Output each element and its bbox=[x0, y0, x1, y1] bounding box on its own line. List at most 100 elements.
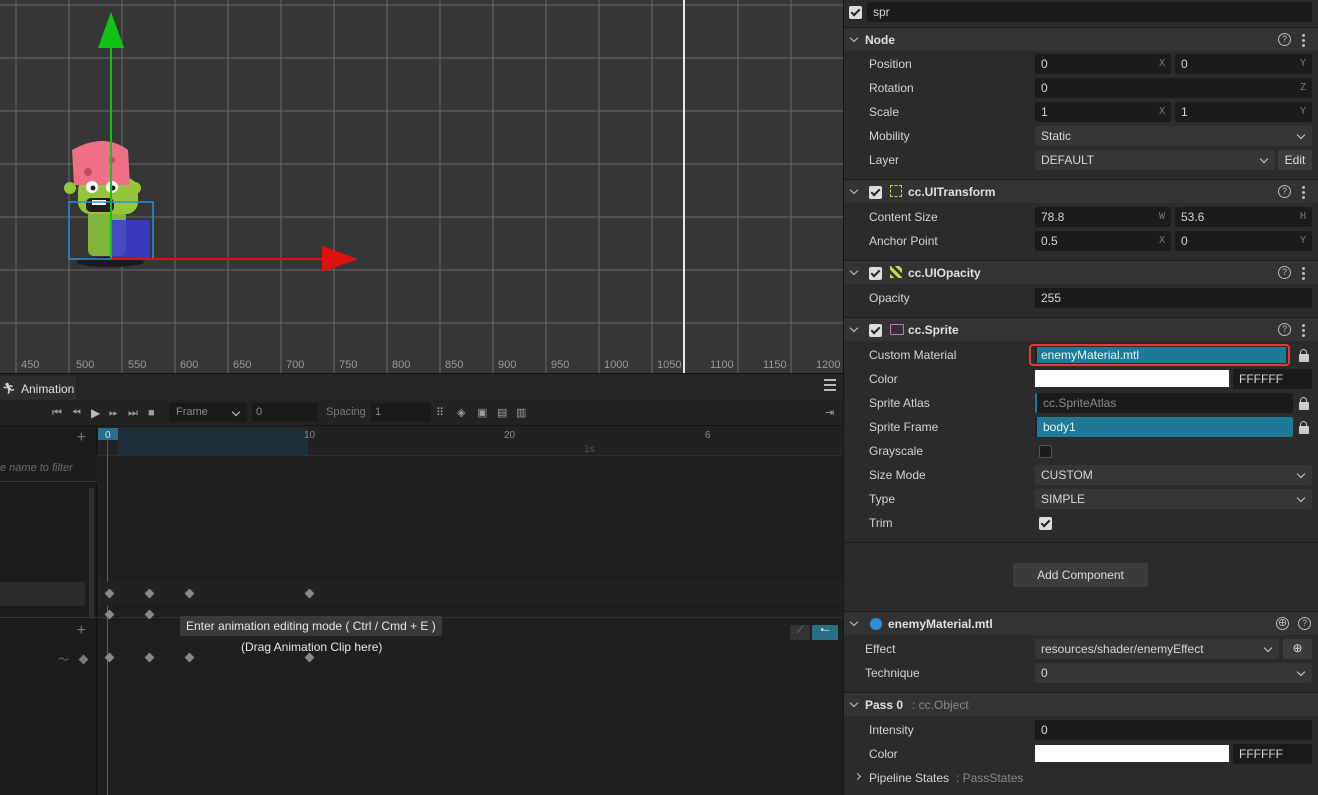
locate-icon[interactable]: ⊕ bbox=[1276, 617, 1289, 630]
node-section-header[interactable]: Node ? bbox=[844, 27, 1318, 51]
help-icon[interactable]: ? bbox=[1278, 266, 1291, 279]
keyframe[interactable] bbox=[304, 652, 315, 663]
more-icon[interactable] bbox=[1302, 186, 1305, 199]
help-icon[interactable]: ? bbox=[1278, 323, 1291, 336]
frame-mode-select[interactable]: Frame bbox=[169, 403, 247, 422]
uiopacity-section-header[interactable]: cc.UIOpacity ? bbox=[844, 260, 1318, 284]
scale-x-value: 1 bbox=[1041, 105, 1048, 119]
sprite-atlas-field[interactable]: cc.SpriteAtlas bbox=[1035, 393, 1293, 413]
help-icon[interactable]: ? bbox=[1278, 33, 1291, 46]
collapse-chevron-icon[interactable] bbox=[849, 185, 859, 195]
prev-frame-icon[interactable]: ⏪︎ bbox=[72, 406, 81, 420]
scale-row: Scale 1X 1Y bbox=[844, 100, 1318, 124]
scale-x-input[interactable]: 1X bbox=[1035, 102, 1171, 122]
uitransform-section-header[interactable]: cc.UITransform ? bbox=[844, 179, 1318, 203]
size-mode-select[interactable]: CUSTOM bbox=[1035, 465, 1312, 485]
anchor-x-input[interactable]: 0.5 X bbox=[1035, 231, 1171, 251]
scene-view[interactable]: 450 500 550 600 650 700 750 800 850 900 … bbox=[0, 0, 843, 373]
add-property-icon[interactable]: + bbox=[77, 622, 86, 640]
content-height-input[interactable]: 53.6 H bbox=[1175, 207, 1312, 227]
exit-icon[interactable]: ⇥ bbox=[825, 406, 834, 420]
lock-icon[interactable] bbox=[1299, 421, 1309, 434]
ruler-label: 1050 bbox=[657, 359, 682, 371]
node-section-title: Node bbox=[865, 33, 895, 47]
pass-color-swatch[interactable] bbox=[1035, 745, 1229, 762]
more-icon[interactable] bbox=[1302, 34, 1305, 47]
sprite-section-header[interactable]: cc.Sprite ? bbox=[844, 317, 1318, 341]
clip-icon[interactable]: ▤ bbox=[497, 406, 507, 420]
expand-chevron-icon[interactable] bbox=[853, 772, 862, 781]
uitransform-enabled-checkbox[interactable] bbox=[869, 186, 882, 199]
collapse-chevron-icon[interactable] bbox=[849, 266, 859, 276]
sprite-enabled-checkbox[interactable] bbox=[869, 324, 882, 337]
uiopacity-enabled-checkbox[interactable] bbox=[869, 267, 882, 280]
save-icon[interactable]: ▣ bbox=[477, 406, 487, 420]
anchor-y-input[interactable]: 0Y bbox=[1175, 231, 1312, 251]
stop-icon[interactable]: ■ bbox=[148, 406, 155, 420]
layer-select[interactable]: DEFAULT bbox=[1035, 150, 1275, 170]
pipeline-states-row[interactable]: Pipeline States : PassStates bbox=[844, 766, 1318, 790]
more-icon[interactable] bbox=[1302, 324, 1305, 337]
keyframe[interactable] bbox=[144, 652, 155, 663]
play-icon[interactable]: ▶ bbox=[91, 406, 100, 420]
grayscale-checkbox[interactable] bbox=[1039, 445, 1052, 458]
keyframe[interactable] bbox=[184, 652, 195, 663]
anchor-y-value: 0 bbox=[1181, 234, 1188, 248]
more-icon[interactable] bbox=[1302, 267, 1305, 280]
pass-color-hex[interactable]: FFFFFF bbox=[1233, 744, 1312, 764]
effect-locate-button[interactable]: ⊕ bbox=[1283, 639, 1312, 659]
tab-animation[interactable]: 🏃︎ Animation bbox=[0, 376, 76, 401]
collapse-chevron-icon[interactable] bbox=[849, 617, 859, 627]
collapse-chevron-icon[interactable] bbox=[849, 698, 859, 708]
add-component-button[interactable]: Add Component bbox=[1013, 563, 1148, 587]
type-select[interactable]: SIMPLE bbox=[1035, 489, 1312, 509]
sprite-color-hex[interactable]: FFFFFF bbox=[1233, 369, 1312, 389]
pass-section-header[interactable]: Pass 0 : cc.Object bbox=[844, 692, 1318, 716]
keyframe-diamond-icon[interactable] bbox=[78, 654, 89, 665]
effect-select[interactable]: resources/shader/enemyEffect bbox=[1035, 639, 1279, 659]
tree-node-selected[interactable] bbox=[0, 582, 85, 606]
help-icon[interactable]: ? bbox=[1278, 185, 1291, 198]
frame-input[interactable]: 0 bbox=[252, 403, 318, 422]
timeline-area[interactable]: 0 10 20 6 1s ⟋ •– bbox=[98, 426, 843, 795]
tree-scrollbar[interactable] bbox=[89, 488, 94, 618]
lock-icon[interactable] bbox=[1299, 349, 1309, 362]
rotation-input[interactable]: 0Z bbox=[1035, 78, 1312, 98]
grid-icon[interactable]: ⠿ bbox=[436, 406, 444, 420]
opacity-input[interactable]: 255 bbox=[1035, 288, 1312, 308]
content-size-row: Content Size 78.8 W 53.6 H bbox=[844, 205, 1318, 229]
scale-y-input[interactable]: 1Y bbox=[1175, 102, 1312, 122]
node-name-input[interactable]: spr bbox=[867, 2, 1312, 22]
sprite-color-swatch[interactable] bbox=[1035, 370, 1229, 387]
jump-first-icon[interactable]: ⏮ bbox=[52, 406, 62, 420]
spacing-input[interactable]: 1 bbox=[371, 403, 431, 422]
collapse-chevron-icon[interactable] bbox=[849, 33, 859, 43]
panel-menu-icon[interactable] bbox=[824, 379, 836, 391]
technique-select[interactable]: 0 bbox=[1035, 663, 1312, 683]
curve-view-icon[interactable]: ⟋ bbox=[790, 625, 810, 640]
jump-last-icon[interactable]: ⏭ bbox=[128, 406, 138, 420]
layer-edit-button[interactable]: Edit bbox=[1278, 150, 1312, 170]
help-icon[interactable]: ? bbox=[1298, 617, 1311, 630]
curve-icon[interactable]: 〜 bbox=[58, 651, 69, 667]
document-icon[interactable]: ▥ bbox=[516, 406, 526, 420]
mobility-value: Static bbox=[1041, 129, 1072, 143]
custom-material-field[interactable]: enemyMaterial.mtl bbox=[1029, 344, 1290, 366]
node-active-checkbox[interactable] bbox=[849, 6, 862, 19]
collapse-chevron-icon[interactable] bbox=[849, 323, 859, 333]
keyframe-icon[interactable]: ◈ bbox=[457, 406, 465, 420]
node-filter-input[interactable]: e name to filter bbox=[0, 456, 97, 482]
content-width-input[interactable]: 78.8 W bbox=[1035, 207, 1171, 227]
sprite-frame-field[interactable]: body1 bbox=[1035, 417, 1293, 437]
position-x-input[interactable]: 0X bbox=[1035, 54, 1171, 74]
keyframe-view-icon[interactable]: •– bbox=[812, 625, 838, 640]
trim-checkbox[interactable] bbox=[1039, 517, 1052, 530]
next-frame-icon[interactable]: ⏩︎ bbox=[109, 406, 118, 420]
position-y-input[interactable]: 0Y bbox=[1175, 54, 1312, 74]
intensity-input[interactable]: 0 bbox=[1035, 720, 1312, 740]
scene-canvas[interactable] bbox=[0, 0, 843, 373]
lock-icon[interactable] bbox=[1299, 397, 1309, 410]
material-section-header[interactable]: enemyMaterial.mtl ⊕ ? bbox=[844, 611, 1318, 635]
mobility-select[interactable]: Static bbox=[1035, 126, 1312, 146]
add-node-icon[interactable]: + bbox=[77, 429, 86, 447]
